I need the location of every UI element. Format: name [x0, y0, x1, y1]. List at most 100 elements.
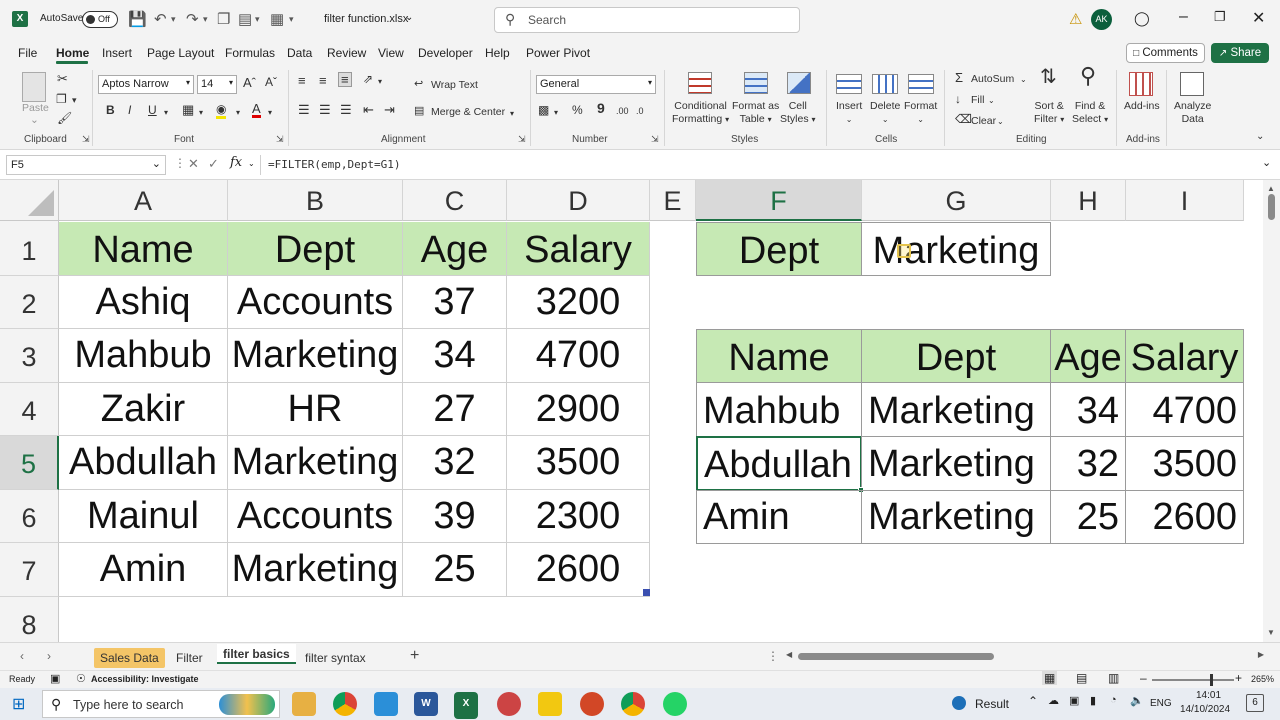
source-cell[interactable]: Zakir [59, 383, 228, 436]
autosave-toggle[interactable]: Off [82, 11, 118, 28]
column-header-f[interactable]: F [696, 180, 862, 221]
row-header-3[interactable]: 3 [0, 329, 59, 383]
font-size-select[interactable]: 14 ▾ [197, 75, 237, 94]
underline-dropdown-icon[interactable]: ▾ [164, 106, 168, 119]
sheet-tab-filter[interactable]: Filter [170, 648, 209, 668]
result-header-dept[interactable]: Dept [861, 329, 1051, 383]
result-cell[interactable]: 4700 [1125, 382, 1244, 437]
clipboard-launcher-icon[interactable]: ⇲ [82, 134, 90, 145]
format-as-table-icon[interactable] [744, 72, 768, 94]
menu-power-pivot[interactable]: Power Pivot [526, 46, 590, 60]
minimize-icon[interactable]: – [1179, 8, 1188, 26]
hscroll-thumb[interactable] [798, 653, 994, 660]
source-cell[interactable]: Ashiq [59, 276, 228, 329]
chrome-icon[interactable] [333, 692, 357, 716]
undo-dropdown-icon[interactable]: ▾ [171, 14, 176, 25]
merge-dropdown-icon[interactable]: ▾ [510, 107, 514, 120]
comments-button[interactable]: □ Comments [1126, 43, 1205, 63]
file-name-dropdown-icon[interactable]: ⌄ [405, 12, 413, 23]
conditional-formatting-icon[interactable] [688, 72, 712, 94]
increase-font-icon[interactable]: Aˆ [243, 76, 256, 89]
column-header-i[interactable]: I [1126, 180, 1244, 221]
language-indicator[interactable]: ENG [1150, 698, 1172, 709]
share-button[interactable]: ↗ Share [1211, 43, 1269, 63]
close-icon[interactable]: ✕ [1252, 8, 1265, 28]
next-sheet-icon[interactable]: › [47, 649, 51, 663]
source-cell[interactable]: Marketing [228, 329, 403, 383]
autosum-button[interactable]: AutoSum [971, 73, 1014, 86]
delete-button[interactable]: Delete ⌄ [870, 100, 900, 126]
orientation-icon[interactable]: ⇗ [363, 73, 373, 86]
format-button[interactable]: Format ⌄ [904, 100, 937, 126]
source-cell[interactable]: 2600 [507, 543, 650, 597]
sort-filter-button[interactable]: Sort & Filter ▾ [1034, 100, 1064, 126]
fill-button[interactable]: Fill [971, 94, 984, 107]
file-name[interactable]: filter function.xlsx [324, 13, 408, 25]
currency-dropdown-icon[interactable]: ▾ [554, 106, 558, 119]
criteria-value[interactable]: Marketing [861, 222, 1051, 276]
powerpoint-icon[interactable] [580, 692, 604, 716]
italic-icon[interactable]: I [128, 104, 131, 117]
quick-access-dropdown-icon[interactable]: ▾ [255, 14, 260, 25]
align-bottom-icon[interactable]: ≡ [338, 72, 352, 87]
criteria-label[interactable]: Dept [696, 222, 862, 276]
save-icon[interactable]: 💾 [128, 10, 147, 28]
cell-styles-icon[interactable] [787, 72, 811, 94]
macro-record-icon[interactable]: ▣ [50, 672, 60, 685]
result-cell[interactable]: 25 [1050, 490, 1126, 544]
source-cell[interactable]: 2300 [507, 490, 650, 543]
fill-icon[interactable]: ↓ [955, 93, 961, 106]
decrease-decimal-icon[interactable]: .0 [636, 105, 644, 118]
result-cell[interactable]: Marketing [861, 382, 1051, 437]
addins-icon[interactable] [1129, 72, 1153, 96]
normal-view-icon[interactable]: ▦ [1042, 671, 1058, 685]
result-cell-selected[interactable]: Abdullah [696, 436, 862, 491]
addins-button[interactable]: Add-ins [1124, 100, 1160, 113]
wifi-icon[interactable]: ◔ [1110, 694, 1117, 706]
word-icon[interactable]: W [414, 692, 438, 716]
restore-icon[interactable]: ❐ [1214, 9, 1226, 25]
format-as-table-button[interactable]: Format as Table ▾ [732, 100, 779, 126]
result-cell[interactable]: 2600 [1125, 490, 1244, 544]
underline-icon[interactable]: U [148, 104, 157, 117]
column-header-e[interactable]: E [650, 180, 696, 221]
source-cell[interactable]: 34 [403, 329, 507, 383]
source-cell[interactable]: Mahbub [59, 329, 228, 383]
menu-home[interactable]: Home [56, 46, 89, 60]
wrap-text-icon[interactable]: ↩ [414, 78, 423, 91]
fill-color-dropdown-icon[interactable]: ▾ [236, 106, 240, 119]
avatar[interactable]: AK [1091, 9, 1112, 30]
source-cell[interactable]: 37 [403, 276, 507, 329]
column-header-b[interactable]: B [228, 180, 403, 221]
zoom-in-icon[interactable]: + [1235, 671, 1242, 685]
vscode-icon[interactable] [374, 692, 398, 716]
source-cell[interactable]: 3200 [507, 276, 650, 329]
copy-dropdown-icon[interactable]: ▾ [72, 94, 77, 107]
menu-help[interactable]: Help [485, 46, 510, 60]
source-cell[interactable]: 39 [403, 490, 507, 543]
source-cell[interactable]: Accounts [228, 490, 403, 543]
row-header-1[interactable]: 1 [0, 221, 59, 276]
prev-sheet-icon[interactable]: ‹ [20, 649, 24, 663]
horizontal-scrollbar[interactable]: ◀ ▶ [786, 650, 1264, 664]
insert-function-dropdown-icon[interactable]: ⌄ [248, 159, 255, 168]
row-header-6[interactable]: 6 [0, 490, 59, 543]
source-cell[interactable]: Mainul [59, 490, 228, 543]
clear-dropdown-icon[interactable]: ⌄ [997, 115, 1004, 128]
result-header-age[interactable]: Age [1050, 329, 1126, 383]
source-cell[interactable]: Marketing [228, 543, 403, 597]
find-select-button[interactable]: Find & Select ▾ [1072, 100, 1108, 126]
clock-time[interactable]: 14:01 [1196, 690, 1221, 701]
undo-icon[interactable]: ↶ [154, 10, 167, 28]
confirm-formula-icon[interactable]: ✓ [208, 156, 219, 172]
menu-file[interactable]: File [18, 46, 37, 60]
menu-data[interactable]: Data [287, 46, 312, 60]
result-header-name[interactable]: Name [696, 329, 862, 383]
wrap-text-button[interactable]: Wrap Text [431, 79, 478, 92]
tray-chevron-icon[interactable]: ⌃ [1028, 694, 1038, 708]
align-right-icon[interactable]: ☰ [340, 103, 352, 116]
select-all-corner[interactable] [0, 180, 59, 221]
add-sheet-icon[interactable]: + [410, 647, 419, 665]
tray-app-icon[interactable]: ▣ [1069, 694, 1079, 707]
taskbar-search[interactable]: ⚲ Type here to search [42, 690, 280, 718]
